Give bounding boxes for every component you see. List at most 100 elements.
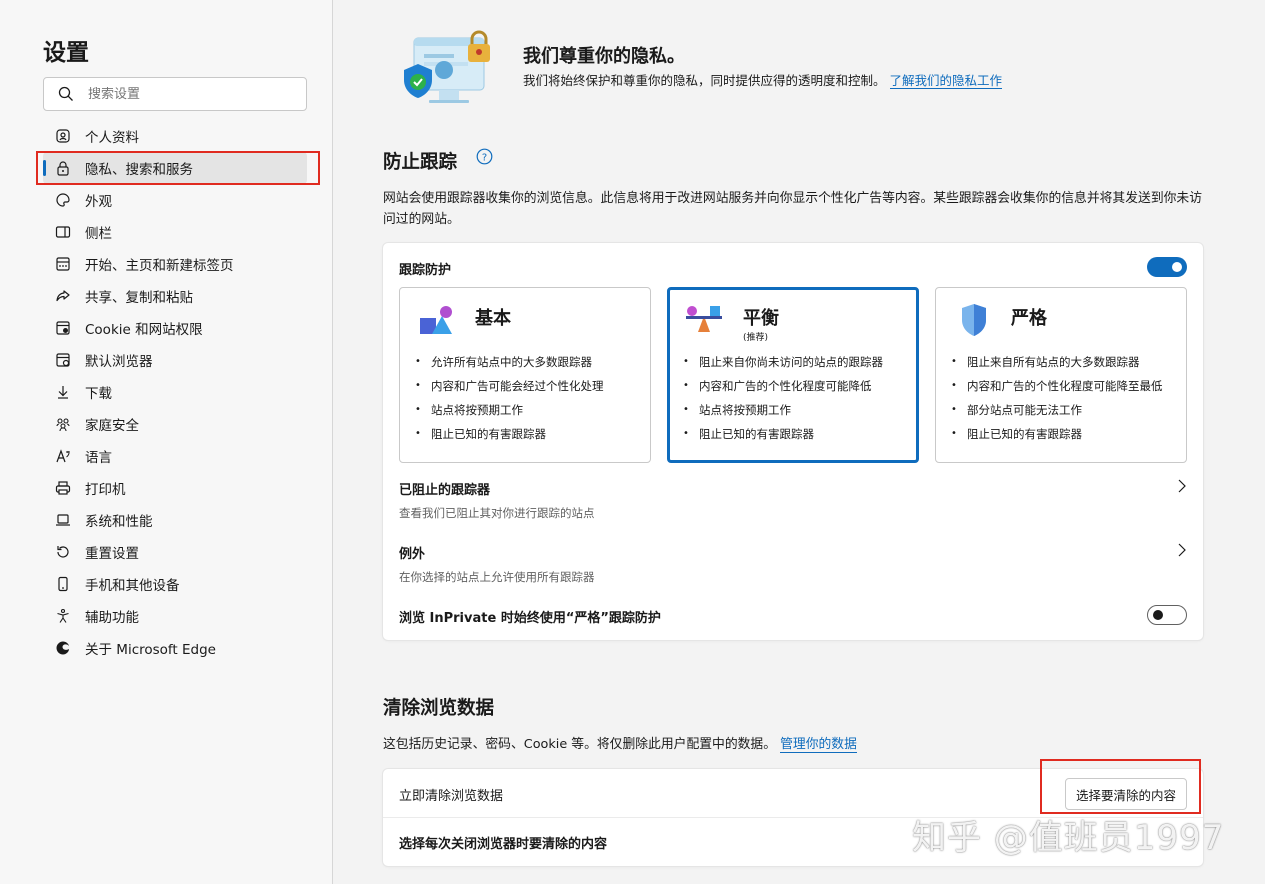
sidebar-item-palette[interactable]: 外观 <box>43 184 307 216</box>
sidebar-item-label: 共享、复制和粘贴 <box>85 290 193 306</box>
sidebar-item-profile[interactable]: 个人资料 <box>43 120 307 152</box>
basic-shapes-icon <box>420 306 452 334</box>
privacy-hero: 我们尊重你的隐私。 我们将始终保护和尊重你的隐私，同时提供应得的透明度和控制。 … <box>384 30 1084 120</box>
sidebar-item-phone[interactable]: 手机和其他设备 <box>43 568 307 600</box>
list-item: 阻止已知的有害跟踪器 <box>950 422 1163 446</box>
family-icon <box>54 415 72 433</box>
clear-data-description-text: 这包括历史记录、密码、Cookie 等。将仅删除此用户配置中的数据。 <box>383 737 777 752</box>
sidebar-item-printer[interactable]: 打印机 <box>43 472 307 504</box>
tracking-section-title: 防止跟踪 <box>383 152 458 173</box>
sidebar-item-label: 语言 <box>85 450 112 466</box>
site-permissions-icon <box>54 319 72 337</box>
profile-icon <box>54 127 72 145</box>
help-icon[interactable]: ? <box>476 148 493 165</box>
sidebar-item-label: 外观 <box>85 194 112 210</box>
settings-title: 设置 <box>43 40 89 66</box>
laptop-icon <box>54 511 72 529</box>
choose-what-to-clear-button[interactable]: 选择要清除的内容 <box>1064 778 1187 810</box>
lock-icon <box>54 159 72 177</box>
tracking-card: 跟踪防护 基本 允许所有站点中的大多数跟踪器 内容和广告可能会经过个性化处理 站… <box>383 243 1203 640</box>
option-balanced-name: 平衡 <box>743 308 779 329</box>
privacy-illustration-icon <box>404 30 490 103</box>
inprivate-strict-toggle[interactable] <box>1147 605 1187 625</box>
privacy-heading: 我们尊重你的隐私。 <box>523 46 685 67</box>
search-icon <box>58 86 73 101</box>
option-strict-name: 严格 <box>1011 308 1047 329</box>
option-balanced[interactable]: 平衡 (推荐) 阻止来自你尚未访问的站点的跟踪器 内容和广告的个性化程度可能降低… <box>667 287 919 463</box>
share-icon <box>54 287 72 305</box>
sidebar-item-site-permissions[interactable]: Cookie 和网站权限 <box>43 312 307 344</box>
sidebar-item-language[interactable]: 语言 <box>43 440 307 472</box>
blocked-trackers-title[interactable]: 已阻止的跟踪器 <box>399 479 490 498</box>
sidebar-item-label: 家庭安全 <box>85 418 139 434</box>
accessibility-icon <box>54 607 72 625</box>
search-input[interactable] <box>88 86 288 102</box>
list-item: 内容和广告的个性化程度可能降低 <box>682 374 883 398</box>
list-item: 阻止已知的有害跟踪器 <box>682 422 883 446</box>
strict-shield-icon <box>962 304 986 336</box>
inprivate-strict-label: 浏览 InPrivate 时始终使用“严格”跟踪防护 <box>399 611 661 626</box>
option-basic-name: 基本 <box>475 308 511 329</box>
clear-on-close-label[interactable]: 选择每次关闭浏览器时要清除的内容 <box>399 833 607 852</box>
sidebar-item-label: 隐私、搜索和服务 <box>85 162 193 178</box>
sidebar-item-label: 重置设置 <box>85 546 139 562</box>
sidebar-item-label: Cookie 和网站权限 <box>85 322 203 338</box>
tracking-protection-toggle[interactable] <box>1147 257 1187 277</box>
tracking-protection-label: 跟踪防护 <box>399 263 452 278</box>
sidebar-icon <box>54 223 72 241</box>
sidebar-item-family[interactable]: 家庭安全 <box>43 408 307 440</box>
sidebar-item-home-grid[interactable]: 开始、主页和新建标签页 <box>43 248 307 280</box>
list-item: 阻止来自所有站点的大多数跟踪器 <box>950 350 1163 374</box>
clear-data-section-title: 清除浏览数据 <box>383 698 495 719</box>
chevron-right-icon[interactable] <box>1177 479 1187 493</box>
list-item: 站点将按预期工作 <box>414 398 604 422</box>
option-strict[interactable]: 严格 阻止来自所有站点的大多数跟踪器 内容和广告的个性化程度可能降至最低 部分站… <box>935 287 1187 463</box>
manage-data-link[interactable]: 管理你的数据 <box>780 737 857 753</box>
list-item: 允许所有站点中的大多数跟踪器 <box>414 350 604 374</box>
phone-icon <box>54 575 72 593</box>
sidebar-item-label: 打印机 <box>85 482 126 498</box>
settings-nav: 个人资料隐私、搜索和服务 外观侧栏开始、主页和新建标签页 共享、复制和粘贴 Cooki… <box>43 120 307 664</box>
option-balanced-bullets: 阻止来自你尚未访问的站点的跟踪器 内容和广告的个性化程度可能降低 站点将按预期工… <box>682 350 883 446</box>
privacy-learn-more-link[interactable]: 了解我们的隐私工作 <box>889 73 1003 89</box>
privacy-description-text: 我们将始终保护和尊重你的隐私，同时提供应得的透明度和控制。 <box>523 73 886 88</box>
list-item: 内容和广告可能会经过个性化处理 <box>414 374 604 398</box>
sidebar-item-sidebar[interactable]: 侧栏 <box>43 216 307 248</box>
chevron-right-icon[interactable] <box>1177 543 1187 557</box>
sidebar-item-download[interactable]: 下载 <box>43 376 307 408</box>
option-basic-bullets: 允许所有站点中的大多数跟踪器 内容和广告可能会经过个性化处理 站点将按预期工作 … <box>414 350 604 446</box>
sidebar-item-label: 默认浏览器 <box>85 354 153 370</box>
sidebar-item-reset[interactable]: 重置设置 <box>43 536 307 568</box>
list-item: 部分站点可能无法工作 <box>950 398 1163 422</box>
sidebar-item-label: 下载 <box>85 386 112 402</box>
list-item: 阻止来自你尚未访问的站点的跟踪器 <box>682 350 883 374</box>
sidebar-item-accessibility[interactable]: 辅助功能 <box>43 600 307 632</box>
language-icon <box>54 447 72 465</box>
balanced-scale-icon <box>686 306 722 332</box>
reset-icon <box>54 543 72 561</box>
exceptions-title[interactable]: 例外 <box>399 543 425 562</box>
option-basic[interactable]: 基本 允许所有站点中的大多数跟踪器 内容和广告可能会经过个性化处理 站点将按预期… <box>399 287 651 463</box>
sidebar-item-share[interactable]: 共享、复制和粘贴 <box>43 280 307 312</box>
privacy-description: 我们将始终保护和尊重你的隐私，同时提供应得的透明度和控制。 了解我们的隐私工作 <box>523 70 1053 91</box>
download-icon <box>54 383 72 401</box>
printer-icon <box>54 479 72 497</box>
recommended-tag: (推荐) <box>743 333 769 343</box>
sidebar-item-laptop[interactable]: 系统和性能 <box>43 504 307 536</box>
search-box[interactable] <box>43 77 307 111</box>
clear-data-description: 这包括历史记录、密码、Cookie 等。将仅删除此用户配置中的数据。 管理你的数… <box>383 734 1203 755</box>
sidebar-item-label: 辅助功能 <box>85 610 139 626</box>
svg-text:?: ? <box>482 153 487 164</box>
blocked-trackers-sub: 查看我们已阻止其对你进行跟踪的站点 <box>399 506 595 520</box>
sidebar-item-label: 开始、主页和新建标签页 <box>85 258 234 274</box>
sidebar-item-lock[interactable]: 隐私、搜索和服务 <box>43 152 307 184</box>
clear-now-label: 立即清除浏览数据 <box>399 789 504 804</box>
sidebar-item-browser[interactable]: 默认浏览器 <box>43 344 307 376</box>
tracking-description: 网站会使用跟踪器收集你的浏览信息。此信息将用于改进网站服务并向你显示个性化广告等… <box>383 191 1202 227</box>
edge-logo-icon <box>54 639 72 657</box>
sidebar: 设置 个人资料隐私、搜索和服务外观侧栏开始、主页和新建标签页共享、复制和粘贴 Co… <box>0 0 333 884</box>
sidebar-item-label: 系统和性能 <box>85 514 153 530</box>
sidebar-item-edge-logo[interactable]: 关于 Microsoft Edge <box>43 632 307 664</box>
watermark-text: 知乎 @值班员1997 <box>912 818 1225 858</box>
option-strict-bullets: 阻止来自所有站点的大多数跟踪器 内容和广告的个性化程度可能降至最低 部分站点可能… <box>950 350 1163 446</box>
